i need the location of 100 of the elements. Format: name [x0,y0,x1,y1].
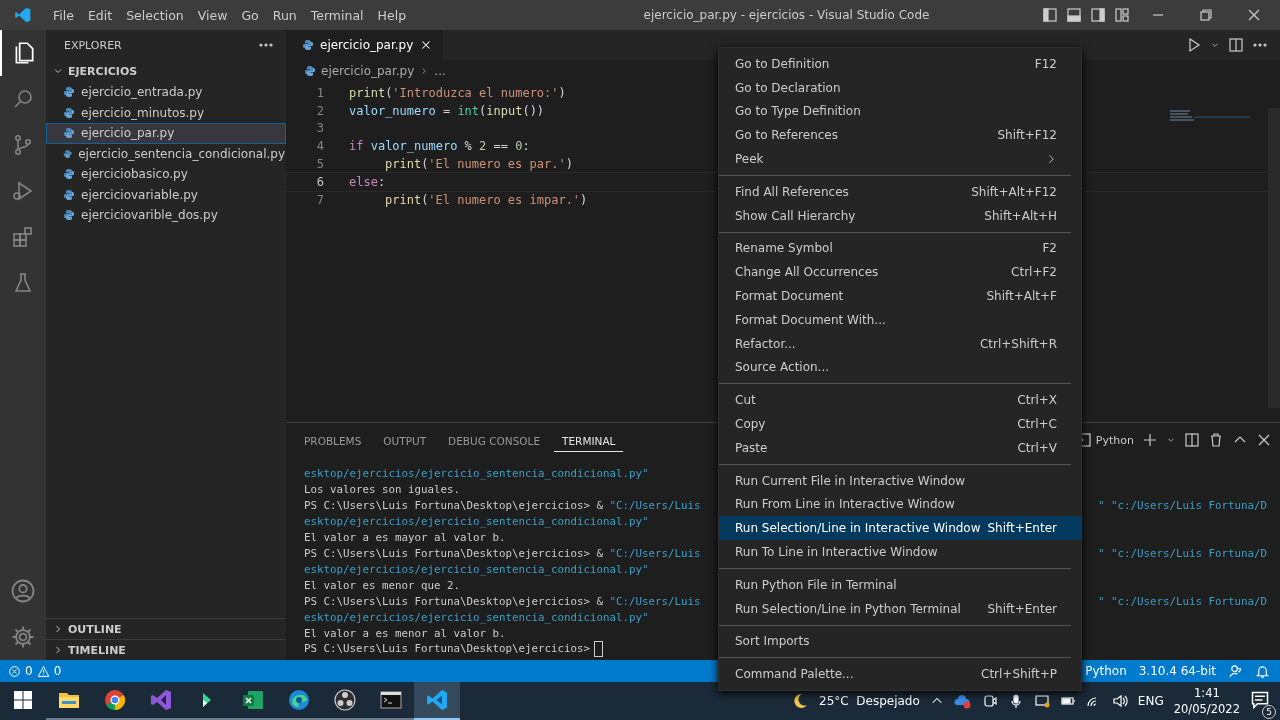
menu-item[interactable]: Run From Line in Interactive Window [719,492,1081,517]
panel-toggle-icon[interactable] [1066,7,1082,23]
menu-item[interactable]: Refactor... Ctrl+Shift+R [719,331,1081,356]
explorer-python-entry[interactable]: ejerciciovarible_dos.py [46,205,286,226]
clock-date[interactable]: 20/05/2022 [1173,701,1240,717]
menu-item[interactable]: Source Action... [719,355,1081,380]
weather-text[interactable]: 25°C Despejado [819,694,920,708]
camera-icon[interactable] [981,693,998,709]
menu-item[interactable]: Run Selection/Line in Interactive Window Shift+Enter [719,516,1081,541]
spreadsheet-icon[interactable] [242,689,264,711]
language-mode[interactable]: Python [1085,664,1127,678]
extensions-icon[interactable] [11,225,35,249]
menu-item[interactable]: Help [370,7,414,23]
error-count[interactable]: 0 [25,664,33,678]
breadcrumb[interactable]: ejercicio_par.py [321,64,415,78]
layout-icon[interactable] [1114,7,1130,23]
panel-tab[interactable]: PROBLEMS [296,428,370,452]
menu-item[interactable]: Command Palette... Ctrl+Shift+P [719,662,1081,687]
line-number: 4 [315,139,325,154]
explorer-python-entry[interactable]: ejercicio_minutos.py [46,102,286,123]
menu-item[interactable]: Terminal [303,7,371,23]
obs-icon[interactable] [334,689,356,711]
menu-item[interactable]: File [46,7,81,23]
explorer-python-entry[interactable]: ejerciciovariable.py [46,184,286,205]
python-file-icon [304,65,316,77]
menu-item[interactable]: Find All References Shift+Alt+F12 [719,180,1081,204]
run-debug-icon[interactable] [11,179,35,203]
feedback-icon[interactable] [1228,663,1243,679]
account-icon[interactable] [11,579,35,603]
terminal-line: esktop/ejercicios/ejercicio_sentencia_condicional.py" [304,610,650,624]
menu-item[interactable]: Run [265,7,304,23]
menu-item[interactable]: Go to Type Definition [719,99,1081,124]
menu-item[interactable]: Paste Ctrl+V [719,435,1081,460]
explorer-python-entry[interactable]: ejercicio_sentencia_condicional.py [46,143,286,164]
panel-tab[interactable]: DEBUG CONSOLE [440,428,549,452]
menu-item[interactable]: Run To Line in Interactive Window [719,540,1081,564]
panel-tab[interactable]: OUTPUT [375,428,435,452]
interpreter-version[interactable]: 3.10.4 64-bit [1138,664,1216,678]
sidebar-toggle-icon[interactable] [1042,7,1058,23]
menu-item[interactable]: Rename Symbol F2 [719,236,1081,261]
code-line: print('El numero es impar.') [385,192,588,207]
menu-item[interactable]: Edit [80,7,120,23]
notification-count: 5 [1262,704,1276,719]
screen-icon[interactable] [1033,693,1050,709]
menu-item[interactable]: Format Document With... [719,307,1081,332]
menu-item[interactable]: Go to Definition F12 [719,52,1081,76]
menu-item[interactable]: Go [234,7,266,23]
menu-item[interactable]: Go to References Shift+F12 [719,123,1081,148]
code-line: else: [349,174,386,189]
terminal-icon[interactable] [380,691,402,709]
menu-item[interactable]: Peek [719,147,1081,171]
terminal-line: " "c:/Users/Luis Fortuna/D [1098,546,1268,560]
visual-studio-icon[interactable] [150,689,172,711]
menu-item[interactable]: Run Python File in Terminal [719,572,1081,597]
terminal-line: PS C:\Users\Luis Fortuna\Desktop\ejercicios> & "C:/Users/Luis [304,498,702,512]
secondary-sidebar-icon[interactable] [1090,7,1106,23]
input-language[interactable]: ENG [1137,694,1164,708]
cloud-icon[interactable] [953,693,972,709]
menu-item[interactable]: Cut Ctrl+X [719,388,1081,413]
volume-icon[interactable] [1111,693,1128,709]
windows-start-icon[interactable] [14,691,32,709]
vscode-icon[interactable] [426,689,448,711]
trash-icon[interactable] [1208,432,1224,448]
warning-count[interactable]: 0 [53,664,62,678]
menu-item[interactable]: Go to Declaration [719,75,1081,100]
editor-tab[interactable]: ejercicio_par.py [286,30,444,60]
menu-item[interactable]: View [190,7,235,23]
folder-row[interactable]: EJERCICIOS [46,60,286,82]
split-terminal-icon[interactable] [1184,432,1200,448]
menu-item[interactable]: Copy Ctrl+C [719,412,1081,436]
menu-item[interactable]: Selection [119,7,191,23]
close-icon[interactable] [1256,432,1272,448]
explorer-python-entry[interactable]: ejercicio_par.py [46,123,286,144]
menu-item[interactable]: Show Call Hierarchy Shift+Alt+H [719,203,1081,228]
terminal-name[interactable]: Python [1095,433,1134,447]
run-icon[interactable] [1186,37,1202,53]
edge-icon[interactable] [288,689,310,711]
explorer-python-entry[interactable]: ejerciciobasico.py [46,164,286,185]
clock-time[interactable]: 1:41 [1193,685,1220,701]
folder-icon[interactable] [58,690,80,710]
restore-icon[interactable] [1198,7,1214,23]
menu-item[interactable]: Change All Occurrences Ctrl+F2 [719,260,1081,285]
plus-icon[interactable] [1142,432,1158,448]
chrome-icon[interactable] [104,689,126,711]
menu-item[interactable]: Sort Imports [719,629,1081,654]
split-editor-icon[interactable] [1228,37,1244,53]
terminal-line: El valor es menor que 2. [304,578,461,592]
breadcrumb[interactable]: ... [434,64,446,78]
bell-icon[interactable] [1255,663,1270,679]
menu-item[interactable]: Run Current File in Interactive Window [719,468,1081,493]
menu-item[interactable]: Run Selection/Line in Python Terminal Shift+Enter [719,596,1081,621]
section-header[interactable]: OUTLINE [46,618,286,639]
settings-icon[interactable] [11,625,35,649]
notification-icon[interactable] [1250,689,1270,710]
error-icon [8,664,21,678]
menu-item[interactable]: Format Document Shift+Alt+F [719,284,1081,308]
panel-tab[interactable]: TERMINAL [554,428,624,452]
terminal-line: PS C:\Users\Luis Fortuna\Desktop\ejercicios> & "C:/Users/Luis [304,546,702,560]
close-icon[interactable] [1246,7,1262,23]
explorer-python-entry[interactable]: ejercicio_entrada.py [46,82,286,103]
